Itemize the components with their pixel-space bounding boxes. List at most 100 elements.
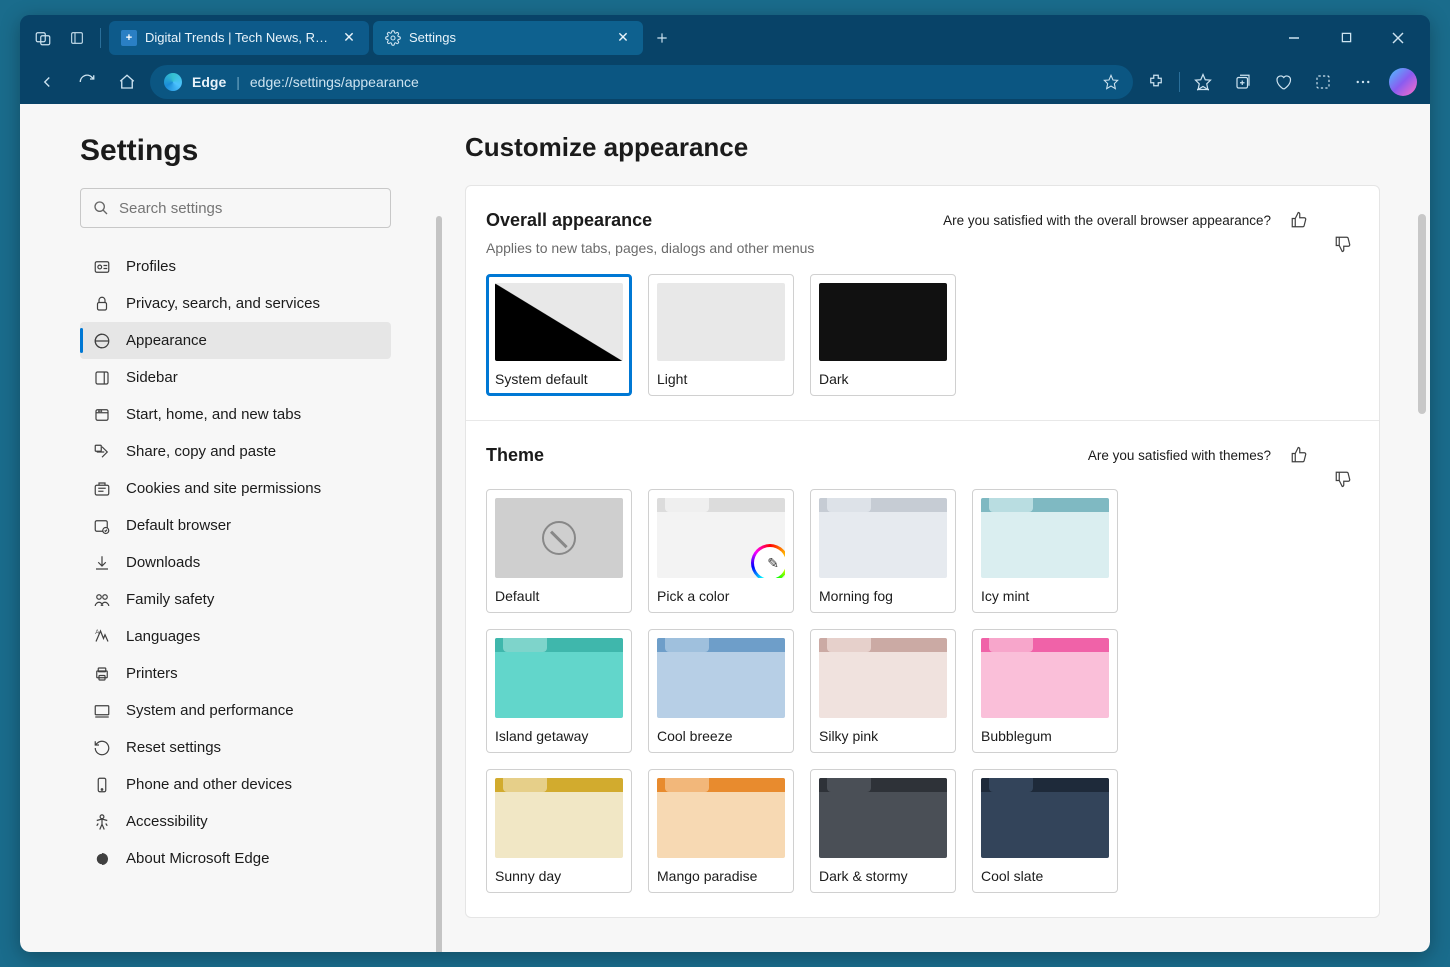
appearance-option-light[interactable]: Light — [648, 274, 794, 396]
nav-item-privacy-search-and-services[interactable]: Privacy, search, and services — [80, 285, 391, 322]
close-window-button[interactable] — [1382, 22, 1414, 54]
nav-label: Sidebar — [126, 369, 178, 386]
heart-icon[interactable] — [1266, 65, 1300, 99]
theme-option-morning-fog[interactable]: Morning fog — [810, 489, 956, 613]
settings-nav: Profiles Privacy, search, and services App… — [80, 248, 391, 877]
nav-icon — [92, 258, 112, 276]
preview-swatch — [981, 638, 1109, 718]
nav-item-printers[interactable]: Printers — [80, 655, 391, 692]
preview-swatch — [495, 638, 623, 718]
more-icon[interactable] — [1346, 65, 1380, 99]
option-label: Dark — [819, 371, 947, 387]
extensions-icon[interactable] — [1139, 65, 1173, 99]
maximize-button[interactable] — [1330, 22, 1362, 54]
nav-item-share-copy-and-paste[interactable]: Share, copy and paste — [80, 433, 391, 470]
theme-label: Default — [495, 588, 623, 604]
theme-label: Sunny day — [495, 868, 623, 884]
home-button[interactable] — [110, 65, 144, 99]
search-icon — [93, 200, 109, 216]
close-icon[interactable]: ✕ — [341, 30, 357, 46]
nav-item-start-home-and-new-tabs[interactable]: Start, home, and new tabs — [80, 396, 391, 433]
refresh-button[interactable] — [70, 65, 104, 99]
address-bar[interactable]: Edge | edge://settings/appearance — [150, 65, 1133, 99]
nav-item-languages[interactable]: ALanguages — [80, 618, 391, 655]
appearance-option-system-default[interactable]: System default — [486, 274, 632, 396]
nav-item-reset-settings[interactable]: Reset settings — [80, 729, 391, 766]
favorites-icon[interactable] — [1186, 65, 1220, 99]
screenshot-icon[interactable] — [1306, 65, 1340, 99]
nav-icon — [92, 702, 112, 720]
preview-swatch: ✎ — [657, 498, 785, 578]
nav-icon — [92, 295, 112, 313]
theme-option-island-getaway[interactable]: Island getaway — [486, 629, 632, 753]
nav-icon — [92, 517, 112, 535]
favicon-icon: + — [121, 30, 137, 46]
preview-tab — [827, 498, 871, 512]
back-button[interactable] — [30, 65, 64, 99]
close-icon[interactable]: ✕ — [615, 30, 631, 46]
thumbs-down-icon[interactable] — [1327, 439, 1359, 471]
nav-item-sidebar[interactable]: Sidebar — [80, 359, 391, 396]
option-label: Light — [657, 371, 785, 387]
nav-label: Phone and other devices — [126, 776, 292, 793]
theme-option-default[interactable]: Default — [486, 489, 632, 613]
nav-label: Reset settings — [126, 739, 221, 756]
nav-item-family-safety[interactable]: Family safety — [80, 581, 391, 618]
theme-option-mango-paradise[interactable]: Mango paradise — [648, 769, 794, 893]
appearance-option-dark[interactable]: Dark — [810, 274, 956, 396]
preview-swatch — [981, 778, 1109, 858]
nav-label: Share, copy and paste — [126, 443, 276, 460]
theme-option-sunny-day[interactable]: Sunny day — [486, 769, 632, 893]
preview-tab — [989, 498, 1033, 512]
theme-option-silky-pink[interactable]: Silky pink — [810, 629, 956, 753]
edge-label: Edge — [192, 74, 226, 90]
nav-item-phone-and-other-devices[interactable]: Phone and other devices — [80, 766, 391, 803]
search-settings[interactable] — [80, 188, 391, 228]
nav-item-downloads[interactable]: Downloads — [80, 544, 391, 581]
thumbs-up-icon[interactable] — [1283, 204, 1315, 236]
browser-window: + Digital Trends | Tech News, Revie ✕ Se… — [20, 15, 1430, 952]
nav-item-appearance[interactable]: Appearance — [80, 322, 391, 359]
nav-icon — [92, 665, 112, 683]
minimize-button[interactable] — [1278, 22, 1310, 54]
nav-item-system-and-performance[interactable]: System and performance — [80, 692, 391, 729]
nav-item-default-browser[interactable]: Default browser — [80, 507, 391, 544]
collections-icon[interactable] — [1226, 65, 1260, 99]
nav-icon — [92, 850, 112, 868]
nav-label: About Microsoft Edge — [126, 850, 269, 867]
nav-item-cookies-and-site-permissions[interactable]: Cookies and site permissions — [80, 470, 391, 507]
theme-option-bubblegum[interactable]: Bubblegum — [972, 629, 1118, 753]
theme-option-icy-mint[interactable]: Icy mint — [972, 489, 1118, 613]
svg-text:A: A — [95, 630, 99, 636]
thumbs-down-icon[interactable] — [1327, 204, 1359, 236]
workspaces-icon[interactable] — [28, 23, 58, 53]
tab-title: Settings — [409, 30, 607, 45]
tab-settings[interactable]: Settings ✕ — [373, 21, 643, 55]
theme-label: Cool slate — [981, 868, 1109, 884]
tab-actions-icon[interactable] — [62, 23, 92, 53]
nav-item-about-microsoft-edge[interactable]: About Microsoft Edge — [80, 840, 391, 877]
theme-label: Morning fog — [819, 588, 947, 604]
theme-option-pick-a-color[interactable]: ✎Pick a color — [648, 489, 794, 613]
tab-digital-trends[interactable]: + Digital Trends | Tech News, Revie ✕ — [109, 21, 369, 55]
eyedropper-icon: ✎ — [767, 555, 779, 572]
copilot-button[interactable] — [1386, 65, 1420, 99]
nav-item-accessibility[interactable]: Accessibility — [80, 803, 391, 840]
favorite-star-icon[interactable] — [1103, 74, 1119, 90]
theme-option-dark-stormy[interactable]: Dark & stormy — [810, 769, 956, 893]
nav-item-profiles[interactable]: Profiles — [80, 248, 391, 285]
thumbs-up-icon[interactable] — [1283, 439, 1315, 471]
settings-sidebar: Settings ProfilesPrivacy, search, and se… — [20, 104, 415, 952]
nav-label: Privacy, search, and services — [126, 295, 320, 312]
theme-label: Bubblegum — [981, 728, 1109, 744]
main-scrollbar[interactable] — [1418, 214, 1426, 414]
appearance-card: Overall appearance Are you satisfied wit… — [465, 185, 1380, 918]
search-input[interactable] — [119, 200, 378, 217]
preview-swatch — [657, 778, 785, 858]
theme-option-cool-breeze[interactable]: Cool breeze — [648, 629, 794, 753]
new-tab-button[interactable] — [647, 23, 677, 53]
separator — [1179, 72, 1180, 92]
theme-label: Silky pink — [819, 728, 947, 744]
tab-title: Digital Trends | Tech News, Revie — [145, 30, 333, 45]
theme-option-cool-slate[interactable]: Cool slate — [972, 769, 1118, 893]
